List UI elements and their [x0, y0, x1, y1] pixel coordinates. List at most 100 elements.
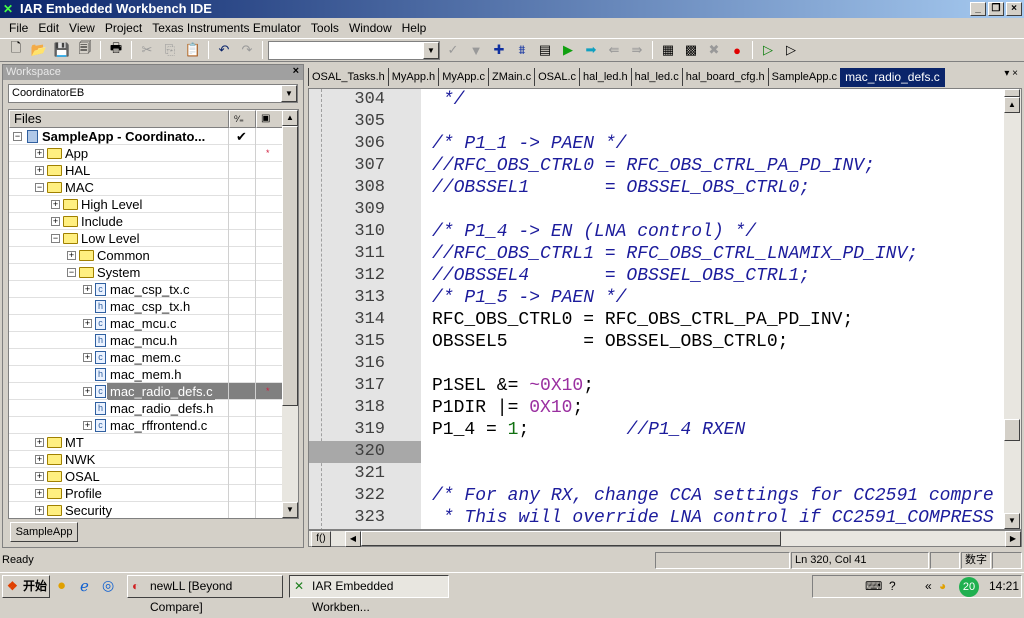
find-in-files-icon[interactable]: ⩩	[512, 40, 532, 60]
scroll-thumb[interactable]	[282, 126, 298, 406]
back-icon[interactable]: ⇚	[604, 40, 624, 60]
tree-scrollbar[interactable]: ▲ ▼	[282, 110, 298, 518]
code-line[interactable]: RFC_OBS_CTRL0 = RFC_OBS_CTRL_PA_PD_INV;	[432, 309, 853, 331]
tree-item[interactable]: − SampleApp - Coordinato... ✔	[9, 128, 282, 145]
scroll-down-button[interactable]: ▼	[1004, 513, 1020, 529]
expand-icon[interactable]: +	[83, 319, 92, 328]
tab-myapp-c[interactable]: MyApp.c	[438, 68, 488, 86]
step-icon[interactable]: ➡	[581, 40, 601, 60]
cut-icon[interactable]: ✂	[137, 40, 157, 60]
expand-icon[interactable]: +	[83, 285, 92, 294]
minimize-button[interactable]: _	[970, 2, 986, 16]
collapse-icon[interactable]: −	[67, 268, 76, 277]
template-icon[interactable]: ▤	[535, 40, 555, 60]
tree-item[interactable]: + c mac_radio_defs.c *	[9, 383, 282, 400]
breakpoint-icon[interactable]: ●	[727, 40, 747, 60]
expand-icon[interactable]: +	[35, 472, 44, 481]
save-icon[interactable]: 💾	[52, 40, 72, 60]
tree-item[interactable]: + c mac_csp_tx.c	[9, 281, 282, 298]
tree-item[interactable]: + OSAL	[9, 468, 282, 485]
tree-item[interactable]: + App *	[9, 145, 282, 162]
build-status-column-icon[interactable]: ⁰⁄₌	[229, 110, 256, 128]
find-combo[interactable]: ▼	[268, 40, 440, 60]
toggle-breakpoint-icon[interactable]: ✚	[489, 40, 509, 60]
menu-edit[interactable]: Edit	[33, 21, 64, 35]
menu-tools[interactable]: Tools	[306, 21, 344, 35]
redo-icon[interactable]: ↷	[237, 40, 257, 60]
tab-close-icon[interactable]: ▾ ×	[1004, 68, 1018, 79]
tab-hal-led-c[interactable]: hal_led.c	[630, 68, 682, 86]
tree-item[interactable]: + NWK	[9, 451, 282, 468]
scroll-up-button[interactable]: ▲	[1004, 97, 1020, 113]
tab-hal-led-h[interactable]: hal_led.h	[579, 68, 631, 86]
help-icon[interactable]: ?	[889, 576, 896, 597]
code-line[interactable]: */	[432, 89, 465, 111]
collapse-icon[interactable]: −	[13, 132, 22, 141]
tab-osal-c[interactable]: OSAL.c	[534, 68, 579, 86]
scroll-right-button[interactable]: ▶	[1005, 531, 1021, 547]
copy-icon[interactable]: ⎘	[160, 40, 180, 60]
menu-window[interactable]: Window	[344, 21, 397, 35]
tree-item[interactable]: − System	[9, 264, 282, 281]
expand-icon[interactable]: +	[51, 217, 60, 226]
goto-bookmark-icon[interactable]: ▼	[466, 40, 486, 60]
hscroll-thumb[interactable]	[361, 531, 781, 546]
code-line[interactable]: P1_4 = 1; //P1_4 RXEN	[432, 419, 745, 441]
code-line[interactable]: //OBSSEL1 = OBSSEL_OBS_CTRL0;	[432, 177, 810, 199]
tree-item[interactable]: + Include	[9, 213, 282, 230]
ie-icon[interactable]: ℯ	[80, 577, 89, 595]
menu-view[interactable]: View	[64, 21, 100, 35]
next-icon[interactable]: ▶	[558, 40, 578, 60]
tree-item[interactable]: + c mac_mem.c	[9, 349, 282, 366]
quicklaunch-icon[interactable]: ●	[57, 577, 66, 594]
code-line[interactable]: //RFC_OBS_CTRL0 = RFC_OBS_CTRL_PA_PD_INV…	[432, 155, 875, 177]
code-line[interactable]: /* P1_1 -> PAEN */	[432, 133, 626, 155]
chevron-left-icon[interactable]: «	[925, 576, 932, 597]
tree-item[interactable]: − Low Level	[9, 230, 282, 247]
code-line[interactable]: /* P1_5 -> PAEN */	[432, 287, 626, 309]
collapse-icon[interactable]: −	[51, 234, 60, 243]
editor-hscrollbar[interactable]: f() ◀ ▶	[308, 530, 1022, 547]
outlook-icon[interactable]: ◎	[102, 577, 114, 594]
make-icon[interactable]: ▩	[681, 40, 701, 60]
code-line[interactable]: /* P1_4 -> EN (LNA control) */	[432, 221, 756, 243]
expand-icon[interactable]: +	[35, 506, 44, 515]
expand-icon[interactable]: +	[51, 200, 60, 209]
task-beyond-compare[interactable]: ◐ newLL [Beyond Compare]	[127, 575, 283, 614]
tree-item[interactable]: h mac_csp_tx.h	[9, 298, 282, 315]
chevron-down-icon[interactable]: ▼	[281, 85, 297, 102]
tree-item[interactable]: + MT	[9, 434, 282, 451]
tree-item[interactable]: h mac_mcu.h	[9, 332, 282, 349]
expand-icon[interactable]: +	[35, 438, 44, 447]
configuration-select[interactable]: CoordinatorEB ▼	[8, 84, 298, 103]
function-button[interactable]: f()	[311, 531, 331, 547]
chevron-down-icon[interactable]: ▼	[423, 41, 439, 59]
tree-item[interactable]: + Security	[9, 502, 282, 518]
tree-item[interactable]: + Common	[9, 247, 282, 264]
undo-icon[interactable]: ↶	[214, 40, 234, 60]
code-line[interactable]: /* For any RX, change CCA settings for C…	[432, 485, 994, 507]
paste-icon[interactable]: 📋	[183, 40, 203, 60]
tab-myapp-h[interactable]: MyApp.h	[387, 68, 438, 86]
maximize-button[interactable]: ❐	[988, 2, 1004, 16]
print-icon[interactable]: 🖶	[106, 40, 126, 60]
debug-icon[interactable]: ▷	[758, 40, 778, 60]
menu-project[interactable]: Project	[100, 21, 147, 35]
tree-item[interactable]: + c mac_mcu.c	[9, 315, 282, 332]
menu-help[interactable]: Help	[397, 21, 432, 35]
compile-icon[interactable]: ▦	[658, 40, 678, 60]
scroll-down-button[interactable]: ▼	[282, 502, 298, 518]
toggle-bookmark-icon[interactable]: ✓	[443, 40, 463, 60]
tree-item[interactable]: − MAC	[9, 179, 282, 196]
forward-icon[interactable]: ⇛	[627, 40, 647, 60]
save-all-icon[interactable]: 🗐	[75, 40, 95, 60]
tab-osal-tasks-h[interactable]: OSAL_Tasks.h	[308, 68, 388, 86]
expand-icon[interactable]: +	[83, 387, 92, 396]
options-column-icon[interactable]: ▣	[256, 110, 283, 128]
task-iar[interactable]: ✕ IAR Embedded Workben...	[289, 575, 449, 614]
expand-icon[interactable]: +	[35, 489, 44, 498]
expand-icon[interactable]: +	[35, 455, 44, 464]
menu-file[interactable]: File	[4, 21, 33, 35]
split-handle[interactable]	[1004, 89, 1020, 97]
expand-icon[interactable]: +	[67, 251, 76, 260]
